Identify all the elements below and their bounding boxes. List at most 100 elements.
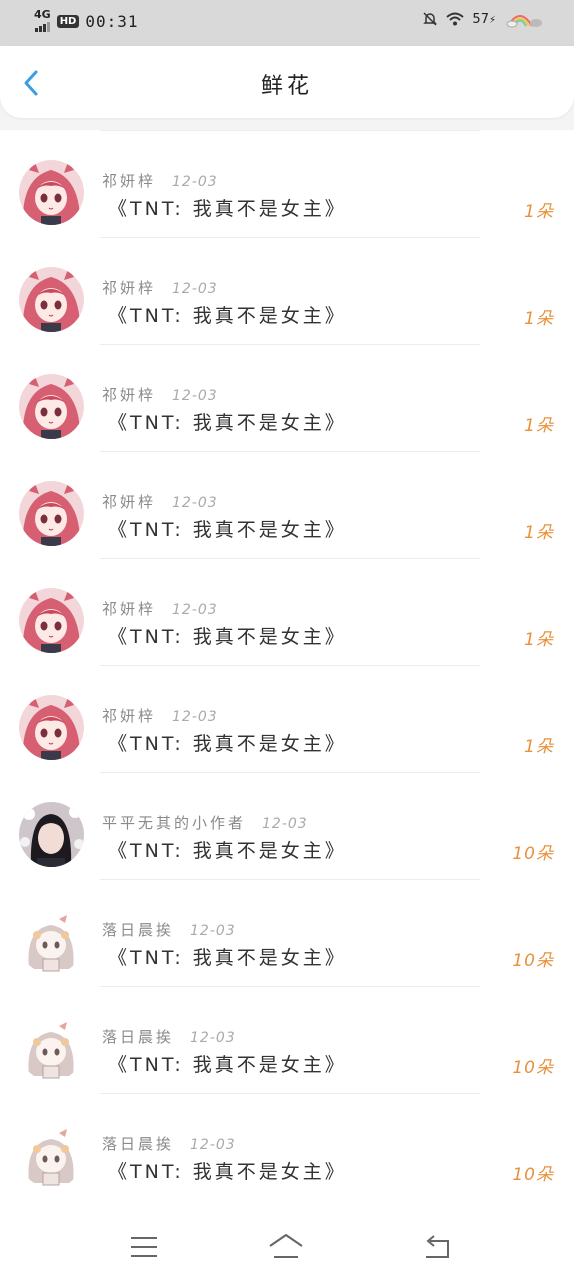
list-item[interactable]: 祁妍梓 12-03 《TNT: 我真不是女主》 1朵: [0, 237, 574, 344]
avatar-image: [19, 481, 84, 546]
list-item[interactable]: 祁妍梓 12-03 《TNT: 我真不是女主》 1朵: [0, 451, 574, 558]
date: 12-03: [190, 923, 236, 939]
battery-level: 57⚡: [472, 11, 496, 27]
flower-count: 1朵: [524, 202, 554, 222]
username: 平平无其的小作者 12-03: [102, 812, 308, 833]
row-divider: [100, 1093, 480, 1094]
avatar-image: [19, 695, 84, 760]
page-title: 鲜花: [260, 74, 313, 99]
username: 祁妍梓 12-03: [102, 384, 218, 405]
book-title: 《TNT: 我真不是女主》: [108, 1161, 347, 1183]
date: 12-03: [172, 388, 218, 404]
date: 12-03: [172, 495, 218, 511]
avatar[interactable]: [19, 481, 84, 546]
book-title: 《TNT: 我真不是女主》: [108, 840, 347, 862]
book-title: 《TNT: 我真不是女主》: [108, 412, 347, 434]
home-button[interactable]: [266, 1230, 306, 1264]
avatar-image: [19, 374, 84, 439]
username-text: 平平无其的小作者: [102, 814, 247, 832]
list-item[interactable]: 平平无其的小作者 12-03 《TNT: 我真不是女主》 10朵: [0, 772, 574, 879]
signal-icon: [34, 20, 50, 32]
avatar[interactable]: [19, 160, 84, 225]
row-divider: [100, 772, 480, 773]
return-button[interactable]: [418, 1230, 458, 1264]
row-divider: [100, 344, 480, 345]
flower-count: 10朵: [512, 1058, 554, 1078]
flower-count: 10朵: [512, 844, 554, 864]
avatar[interactable]: [19, 909, 84, 974]
avatar[interactable]: [19, 374, 84, 439]
row-divider: [100, 558, 480, 559]
avatar[interactable]: [19, 1016, 84, 1081]
book-title: 《TNT: 我真不是女主》: [108, 626, 347, 648]
list-item[interactable]: 落日晨挨 12-03 《TNT: 我真不是女主》 10朵: [0, 1093, 574, 1200]
avatar-image: [19, 160, 84, 225]
username-text: 祁妍梓: [102, 707, 157, 725]
list-item[interactable]: 落日晨挨 12-03 《TNT: 我真不是女主》 10朵: [0, 986, 574, 1093]
avatar-image: [19, 802, 84, 867]
row-divider: [100, 665, 480, 666]
avatar[interactable]: [19, 695, 84, 760]
hd-badge: HD: [56, 14, 80, 28]
row-divider: [100, 451, 480, 452]
list-item[interactable]: 祁妍梓 12-03 《TNT: 我真不是女主》 1朵: [0, 130, 574, 237]
username: 祁妍梓 12-03: [102, 277, 218, 298]
status-bar: 4G HD 00:31 57⚡: [0, 0, 574, 46]
username-text: 祁妍梓: [102, 600, 157, 618]
list-item[interactable]: 落日晨挨 12-03 《TNT: 我真不是女主》 10朵: [0, 879, 574, 986]
row-divider: [100, 986, 480, 987]
row-divider: [100, 879, 480, 880]
wifi-icon: [446, 12, 465, 26]
date: 12-03: [172, 174, 218, 190]
flower-count: 10朵: [512, 1165, 554, 1185]
username-text: 落日晨挨: [102, 1028, 175, 1046]
top-app-bar: 鲜花: [0, 46, 574, 118]
status-right: 57⚡: [422, 10, 544, 28]
username: 落日晨挨 12-03: [102, 919, 236, 940]
username: 落日晨挨 12-03: [102, 1133, 236, 1154]
return-icon: [426, 1235, 449, 1258]
mute-bell-icon: [423, 12, 438, 26]
book-title: 《TNT: 我真不是女主》: [108, 733, 347, 755]
username-text: 祁妍梓: [102, 172, 157, 190]
username-text: 祁妍梓: [102, 386, 157, 404]
flower-count: 1朵: [524, 309, 554, 329]
rainbow-battery-icon: [506, 15, 542, 28]
system-nav-bar: [0, 1214, 574, 1280]
avatar[interactable]: [19, 1123, 84, 1188]
book-title: 《TNT: 我真不是女主》: [108, 305, 347, 327]
avatar[interactable]: [19, 802, 84, 867]
row-divider: [100, 130, 480, 131]
list-item[interactable]: 祁妍梓 12-03 《TNT: 我真不是女主》 1朵: [0, 665, 574, 772]
username-text: 祁妍梓: [102, 279, 157, 297]
date: 12-03: [172, 281, 218, 297]
date: 12-03: [262, 816, 308, 832]
flower-count: 10朵: [512, 951, 554, 971]
avatar[interactable]: [19, 588, 84, 653]
username: 祁妍梓 12-03: [102, 491, 218, 512]
username: 落日晨挨 12-03: [102, 1026, 236, 1047]
book-title: 《TNT: 我真不是女主》: [108, 519, 347, 541]
username-text: 落日晨挨: [102, 921, 175, 939]
username: 祁妍梓 12-03: [102, 705, 218, 726]
signal-group: 4G: [34, 8, 51, 32]
home-icon: [269, 1234, 303, 1258]
flower-record-list: 祁妍梓 12-03 《TNT: 我真不是女主》 1朵 祁妍梓 12-03 《TNT: 我真不…: [0, 130, 574, 1214]
username: 祁妍梓 12-03: [102, 598, 218, 619]
avatar-image: [19, 267, 84, 332]
username-text: 祁妍梓: [102, 493, 157, 511]
avatar[interactable]: [19, 267, 84, 332]
list-item[interactable]: 祁妍梓 12-03 《TNT: 我真不是女主》 1朵: [0, 344, 574, 451]
book-title: 《TNT: 我真不是女主》: [108, 947, 347, 969]
flower-count: 1朵: [524, 630, 554, 650]
avatar-image: [19, 909, 84, 974]
list-item[interactable]: 祁妍梓 12-03 《TNT: 我真不是女主》 1朵: [0, 558, 574, 665]
username-text: 落日晨挨: [102, 1135, 175, 1153]
menu-button[interactable]: [124, 1230, 164, 1264]
network-type: 4G: [34, 8, 51, 21]
avatar-image: [19, 1016, 84, 1081]
date: 12-03: [172, 709, 218, 725]
status-left: 4G HD 00:31: [34, 8, 139, 32]
date: 12-03: [190, 1137, 236, 1153]
avatar-image: [19, 1123, 84, 1188]
